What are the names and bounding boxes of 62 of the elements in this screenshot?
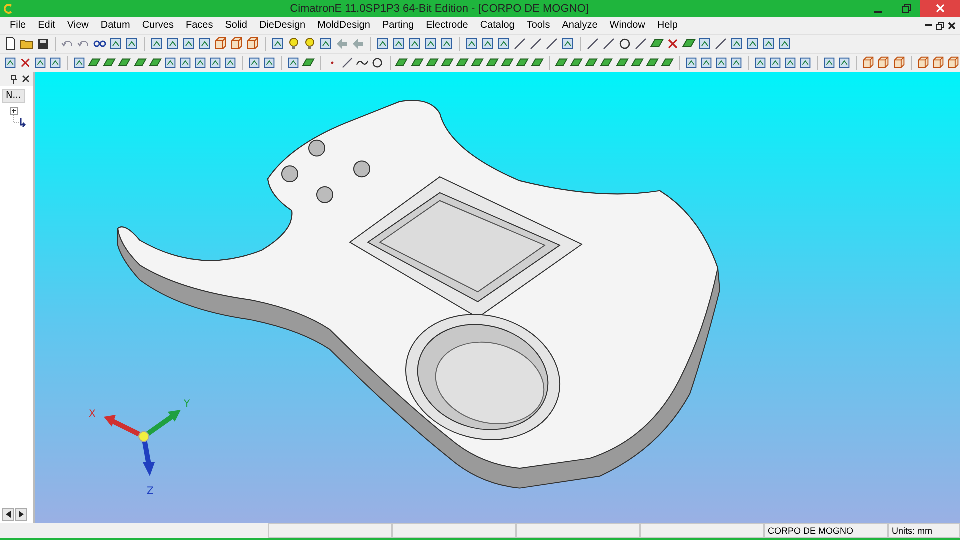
cube-icon[interactable] (892, 56, 906, 70)
line-icon[interactable] (634, 37, 648, 51)
line-icon[interactable] (714, 37, 728, 51)
cube-icon[interactable] (932, 56, 945, 70)
right-arrow-icon (18, 511, 24, 518)
pin-icon[interactable] (10, 74, 18, 84)
menu-item[interactable]: Tools (520, 20, 556, 31)
line-icon[interactable] (341, 56, 354, 70)
window-title: CimatronE 11.0SP1P3 64-Bit Edition - [CORPO DE MOGNO] (289, 2, 590, 14)
3d-viewport[interactable]: X Y Z (35, 72, 960, 523)
line-icon[interactable] (529, 37, 543, 51)
menu-item[interactable]: View (61, 20, 95, 31)
status-field: CORPO DE MOGNO (764, 523, 888, 538)
status-field: Units: mm (888, 523, 960, 538)
cube-icon[interactable] (877, 56, 891, 70)
cube-icon[interactable] (946, 56, 960, 70)
menu-item[interactable]: Analyze (556, 20, 604, 31)
cross-icon[interactable] (19, 56, 32, 70)
menu-item[interactable]: Faces (180, 20, 220, 31)
circle-icon[interactable] (371, 56, 385, 70)
left-arrow-icon (6, 511, 10, 518)
app-logo-icon (3, 2, 15, 14)
restore-icon[interactable] (936, 22, 944, 30)
bulb-icon[interactable] (303, 37, 317, 51)
scroll-left-button[interactable] (2, 508, 14, 521)
menu-item[interactable]: File (4, 20, 32, 31)
axis-label: X (89, 408, 96, 420)
restore-icon (902, 4, 910, 13)
doc-icon[interactable] (4, 37, 18, 51)
bulb-icon[interactable] (287, 37, 301, 51)
menu-item[interactable]: Curves (136, 20, 180, 31)
menu-item[interactable]: Help (651, 20, 684, 31)
scroll-right-button[interactable] (15, 508, 27, 521)
menu-item[interactable]: Window (604, 20, 652, 31)
cube-icon[interactable] (214, 37, 228, 51)
cube-icon[interactable] (916, 56, 930, 70)
menu-item[interactable]: Catalog (474, 20, 521, 31)
line-icon[interactable] (545, 37, 559, 51)
close-button[interactable] (920, 0, 960, 17)
cube-icon[interactable] (230, 37, 244, 51)
tree-column-header[interactable]: N... (2, 89, 26, 103)
minimize-icon (874, 11, 882, 13)
minimize-icon[interactable] (925, 24, 932, 26)
cube-icon[interactable] (246, 37, 260, 51)
circle-icon[interactable] (618, 37, 632, 51)
close-icon (936, 4, 944, 13)
menu-item[interactable]: Parting (376, 20, 420, 31)
menu-item[interactable]: MoldDesign (312, 20, 376, 31)
line-icon[interactable] (513, 37, 527, 51)
axis-label: Y (184, 399, 190, 410)
menu-item[interactable]: Electrode (420, 20, 474, 31)
menu-item[interactable]: Edit (32, 20, 62, 31)
cube-icon[interactable] (862, 56, 876, 70)
menu-item[interactable]: DieDesign (253, 20, 312, 31)
close-icon[interactable] (22, 75, 30, 83)
menu-item[interactable]: Solid (219, 20, 254, 31)
cross-icon[interactable] (666, 37, 680, 51)
line-icon[interactable] (586, 37, 600, 51)
close-icon[interactable] (948, 22, 956, 30)
axis-label: Z (147, 486, 154, 498)
line-icon[interactable] (602, 37, 616, 51)
menu-item[interactable]: Datum (94, 20, 136, 31)
